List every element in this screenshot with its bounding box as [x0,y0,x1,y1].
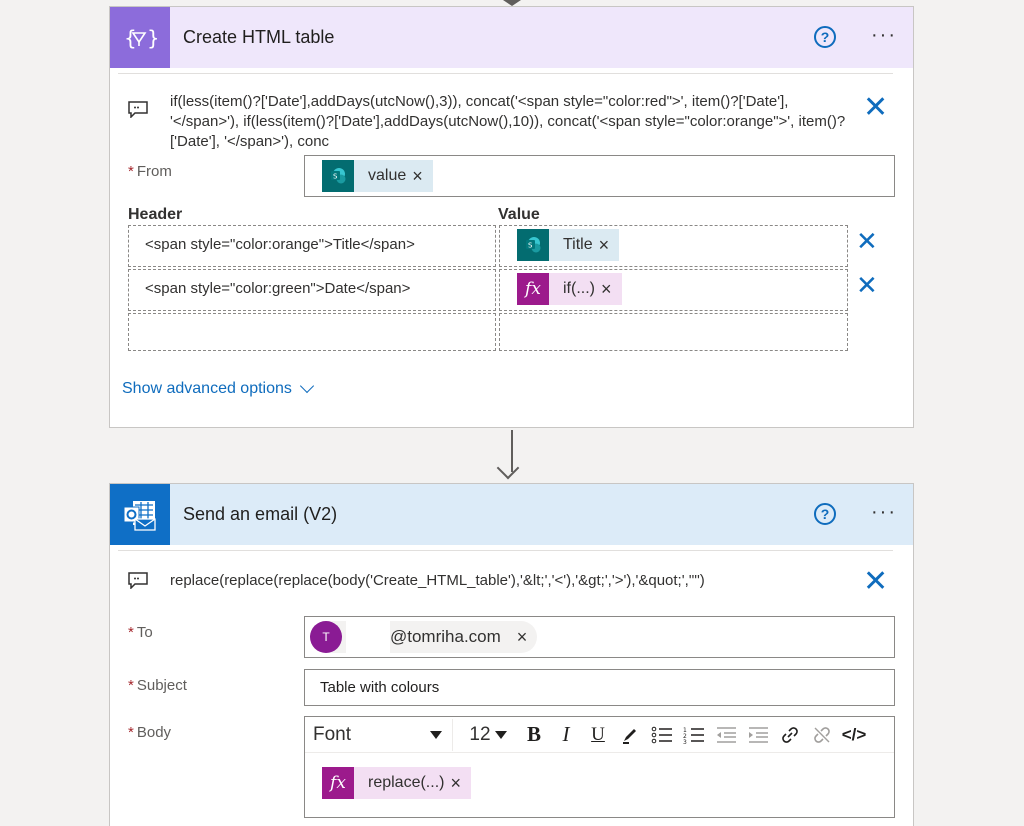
remove-token-icon[interactable]: × [601,279,622,300]
link-icon[interactable] [774,719,806,751]
delete-row-icon[interactable]: ✕ [856,272,878,298]
remove-recipient-icon[interactable]: × [517,627,528,648]
sharepoint-icon: S [517,229,549,261]
expression-token[interactable]: fx replace(...) × [322,767,471,799]
value-column-label: Value [498,206,540,223]
expression-fx-icon: fx [517,273,549,305]
body-label: * Body [128,724,172,741]
italic-button[interactable]: I [550,719,582,751]
close-icon[interactable]: ✕ [863,93,888,123]
dropdown-arrow-icon [430,730,442,739]
comment-text[interactable]: replace(replace(replace(body('Create_HTM… [170,571,860,591]
value-cell-2[interactable]: fx if(...) × [499,269,848,311]
header-cell-2[interactable]: <span style="color:green">Date</span> [128,269,496,311]
avatar: T [310,621,342,653]
comment-row: replace(replace(replace(body('Create_HTM… [118,550,893,600]
highlight-pen-icon[interactable] [614,719,646,751]
remove-token-icon[interactable]: × [412,166,433,187]
more-options-icon[interactable]: ··· [871,501,897,524]
numbered-list-icon[interactable]: 123 [678,719,710,751]
unlink-icon[interactable] [806,719,838,751]
from-label: * From [128,163,172,180]
action-title: Send an email (V2) [183,504,338,524]
svg-text:}: } [147,26,157,50]
dynamic-token-value[interactable]: S value × [322,160,433,192]
send-email-card: Send an email (V2) ? ··· replace(replace… [109,483,914,826]
increase-indent-icon[interactable] [742,719,774,751]
action-title: Create HTML table [183,27,335,47]
header-cell-1[interactable]: <span style="color:orange">Title</span> [128,225,496,267]
value-cell-empty[interactable] [499,313,848,351]
remove-token-icon[interactable]: × [450,773,471,794]
subject-input[interactable]: Table with colours [304,669,895,706]
card-header[interactable]: Send an email (V2) ? ··· [110,484,913,545]
comment-text[interactable]: if(less(item()?['Date'],addDays(utcNow()… [170,92,860,152]
value-cell-1[interactable]: S Title × [499,225,848,267]
data-operation-icon: { } [110,7,170,68]
recipient-token[interactable]: T @tomriha.com × [310,621,538,653]
header-column-label: Header [128,206,183,223]
to-input[interactable]: T @tomriha.com × [304,616,895,658]
to-label: * To [128,624,153,641]
body-editor[interactable]: Font 12 B I U 123 </> fx replace(...) × [304,716,895,818]
card-header[interactable]: { } Create HTML table ? ··· [110,7,913,68]
comment-row: if(less(item()?['Date'],addDays(utcNow()… [118,73,893,151]
from-input[interactable]: S value × [304,155,895,197]
comment-icon [128,572,148,589]
bulleted-list-icon[interactable] [646,719,678,751]
subject-label: * Subject [128,677,187,694]
decrease-indent-icon[interactable] [710,719,742,751]
font-size-dropdown[interactable]: 12 [458,724,518,746]
underline-button[interactable]: U [582,719,614,751]
svg-text:3: 3 [683,739,687,745]
font-dropdown[interactable]: Font [305,719,450,751]
svg-text:S: S [333,173,338,181]
sharepoint-icon: S [322,160,354,192]
svg-text:{: { [124,26,137,50]
comment-icon [128,101,148,118]
rich-text-toolbar: Font 12 B I U 123 </> [305,717,894,753]
connector-arrow [496,456,520,480]
close-icon[interactable]: ✕ [863,567,888,597]
header-cell-empty[interactable] [128,313,496,351]
remove-token-icon[interactable]: × [599,235,620,256]
expression-token[interactable]: fx if(...) × [517,273,622,305]
more-options-icon[interactable]: ··· [871,24,897,47]
outlook-icon [110,484,170,545]
bold-button[interactable]: B [518,719,550,751]
svg-text:S: S [528,242,533,250]
dynamic-token-title[interactable]: S Title × [517,229,620,261]
dropdown-arrow-icon [494,730,507,739]
expression-fx-icon: fx [322,767,354,799]
delete-row-icon[interactable]: ✕ [856,228,878,254]
chevron-down-icon [299,378,314,394]
code-view-icon[interactable]: </> [838,719,870,751]
create-html-table-card: { } Create HTML table ? ··· if(less(item… [109,6,914,428]
redacted-name [346,621,390,653]
help-icon[interactable]: ? [814,26,836,48]
show-advanced-options-link[interactable]: Show advanced options [122,378,314,398]
help-icon[interactable]: ? [814,503,836,525]
